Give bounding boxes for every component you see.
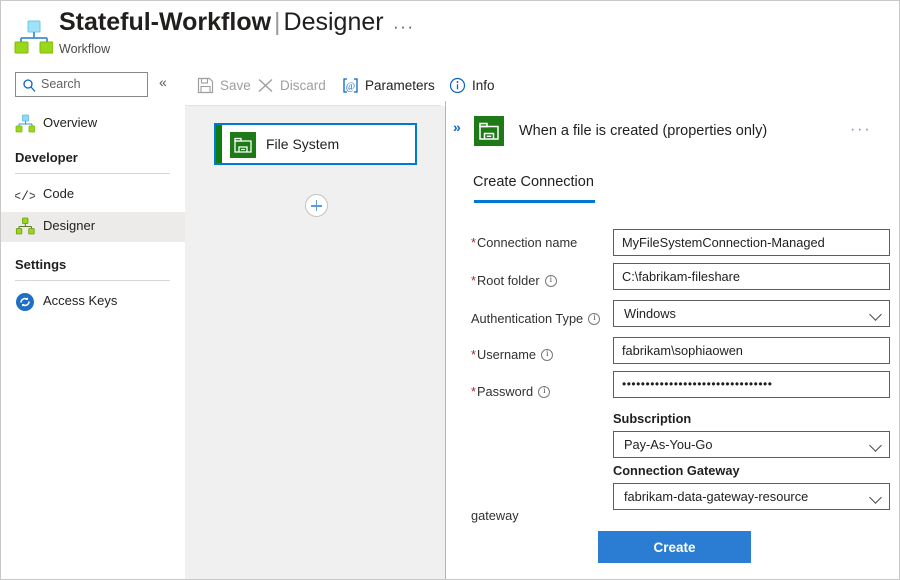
code-icon: </> — [13, 185, 37, 205]
sidebar-item-access-keys[interactable]: Access Keys — [1, 287, 185, 317]
svg-text:</>: </> — [15, 189, 35, 204]
sidebar-divider — [15, 280, 170, 281]
label-username: *Username — [471, 347, 554, 362]
field-value: fabrikam\sophiaowen — [622, 343, 743, 358]
parameters-label: Parameters — [365, 77, 435, 93]
workflow-hierarchy-icon — [15, 114, 36, 134]
sidebar-divider — [15, 173, 170, 174]
create-button[interactable]: Create — [598, 531, 751, 563]
root-folder-input[interactable]: C:\fabrikam-fileshare — [613, 263, 890, 290]
label-connection-name: *Connection name — [471, 235, 577, 250]
file-system-icon — [230, 132, 256, 158]
save-icon — [197, 77, 214, 94]
workflow-node-file-system[interactable]: File System — [214, 123, 417, 165]
info-icon[interactable] — [544, 274, 557, 287]
close-icon — [257, 77, 274, 94]
title-bar: Stateful-Workflow | Designer ··· Workflow — [1, 1, 899, 65]
discard-button[interactable]: Discard — [257, 74, 326, 96]
search-icon — [22, 78, 36, 92]
workflow-hierarchy-icon — [13, 17, 54, 57]
required-asterisk: * — [471, 273, 476, 288]
file-system-icon — [474, 116, 504, 146]
chevron-down-icon — [869, 491, 882, 504]
field-value: fabrikam-data-gateway-resource — [624, 489, 809, 504]
search-input[interactable]: Search — [15, 72, 148, 97]
connection-name-input[interactable]: MyFileSystemConnection-Managed — [613, 229, 890, 256]
sidebar-item-designer[interactable]: Designer — [1, 212, 185, 242]
designer-icon — [15, 217, 35, 237]
sidebar-item-label: Designer — [43, 218, 96, 233]
save-label: Save — [220, 77, 251, 93]
label-subscription: Subscription — [613, 411, 692, 426]
tab-create-connection[interactable]: Create Connection — [473, 173, 594, 191]
info-icon[interactable] — [541, 348, 554, 361]
svg-text:@: @ — [346, 81, 355, 92]
resource-type-subtitle: Workflow — [59, 42, 111, 56]
connection-gateway-select[interactable]: fabrikam-data-gateway-resource — [613, 483, 890, 510]
required-asterisk: * — [471, 235, 476, 250]
sidebar-item-code[interactable]: </> Code — [1, 180, 185, 210]
title-separator: | — [274, 8, 281, 36]
node-label: File System — [266, 136, 340, 152]
required-asterisk: * — [471, 347, 476, 362]
add-step-icon[interactable] — [305, 194, 328, 217]
panel-expand-button[interactable]: » — [453, 120, 461, 134]
save-button[interactable]: Save — [197, 74, 251, 96]
tab-active-underline — [474, 200, 595, 203]
designer-canvas: File System — [185, 106, 446, 579]
chevron-down-icon — [869, 439, 882, 452]
field-label-text: Connection name — [476, 235, 578, 250]
sidebar: Search « Overview Developer </> — [1, 65, 185, 579]
resource-name: Stateful-Workflow — [59, 8, 272, 36]
field-label-text: Root folder — [476, 273, 540, 288]
info-icon[interactable] — [588, 312, 601, 325]
node-accent-bar — [216, 125, 222, 163]
field-value-masked: •••••••••••••••••••••••••••••••• — [622, 377, 773, 391]
label-gateway: gateway — [471, 508, 519, 523]
toolbar: Save Discard @ Parameters Info — [185, 65, 899, 106]
tab-label: Create Connection — [473, 174, 594, 190]
sidebar-section-developer: Developer — [15, 150, 78, 165]
field-label-text: Authentication Type — [471, 311, 584, 326]
access-keys-icon — [15, 292, 35, 312]
sidebar-item-overview[interactable]: Overview — [1, 109, 185, 139]
discard-label: Discard — [280, 77, 326, 93]
field-value: MyFileSystemConnection-Managed — [622, 235, 825, 250]
subscription-select[interactable]: Pay-As-You-Go — [613, 431, 890, 458]
sidebar-collapse-button[interactable]: « — [159, 75, 167, 89]
sidebar-item-label: Access Keys — [43, 293, 118, 308]
field-value: C:\fabrikam-fileshare — [622, 269, 741, 284]
azure-logic-apps-designer: Stateful-Workflow | Designer ··· Workflow … — [0, 0, 900, 580]
field-label-text: Username — [476, 347, 537, 362]
sidebar-section-settings: Settings — [15, 257, 67, 272]
panel-more-menu[interactable]: ··· — [850, 121, 871, 139]
label-password: *Password — [471, 384, 551, 399]
label-root-folder: *Root folder — [471, 273, 557, 288]
parameters-icon: @ — [342, 77, 359, 94]
search-placeholder-text: Search — [41, 77, 81, 91]
password-input[interactable]: •••••••••••••••••••••••••••••••• — [613, 371, 890, 398]
field-value: Windows — [624, 306, 676, 321]
field-value: Pay-As-You-Go — [624, 437, 713, 452]
parameters-button[interactable]: @ Parameters — [342, 74, 435, 96]
required-asterisk: * — [471, 384, 476, 399]
title-more-menu[interactable]: ··· — [393, 17, 414, 37]
field-label-text: Password — [476, 384, 534, 399]
username-input[interactable]: fabrikam\sophiaowen — [613, 337, 890, 364]
page-name: Designer — [283, 8, 384, 36]
info-button[interactable]: Info — [449, 74, 495, 96]
chevron-down-icon — [869, 308, 882, 321]
connection-panel: » When a file is created (properties onl… — [446, 106, 899, 579]
info-icon[interactable] — [538, 385, 551, 398]
panel-title: When a file is created (properties only) — [519, 123, 768, 139]
info-label: Info — [472, 77, 495, 93]
sidebar-item-label: Code — [43, 186, 75, 201]
sidebar-item-label: Overview — [43, 115, 98, 130]
label-authentication-type: Authentication Type — [471, 311, 601, 326]
info-circle-icon — [449, 77, 466, 94]
authentication-type-select[interactable]: Windows — [613, 300, 890, 327]
page-title: Stateful-Workflow | Designer — [59, 8, 384, 37]
label-connection-gateway: Connection Gateway — [613, 463, 740, 478]
